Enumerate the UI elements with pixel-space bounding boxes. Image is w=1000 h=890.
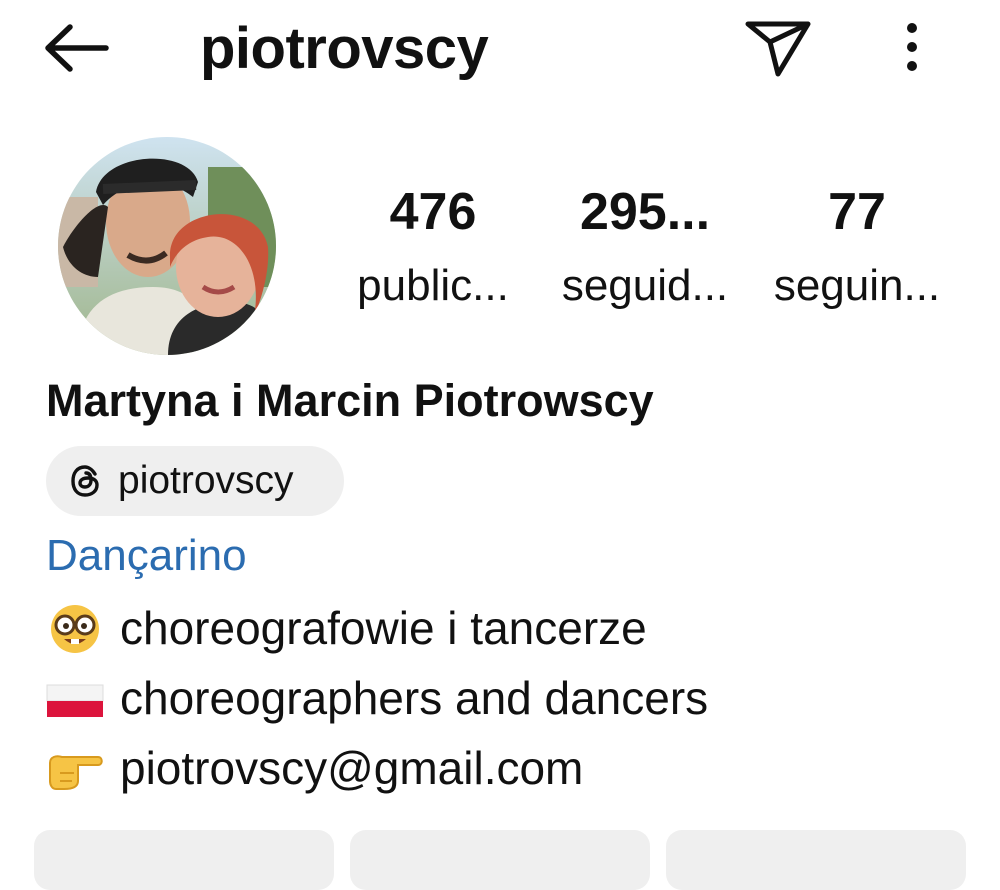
poland-flag-icon bbox=[46, 684, 104, 717]
profile-category: Dançarino bbox=[46, 531, 247, 580]
back-button[interactable] bbox=[40, 18, 120, 78]
followers-count[interactable]: 295... seguid... bbox=[545, 180, 745, 316]
followers-value: 295... bbox=[579, 183, 711, 241]
posts-count[interactable]: 476 public... bbox=[333, 180, 533, 316]
posts-value: 476 bbox=[389, 183, 477, 241]
action-button-2[interactable] bbox=[350, 830, 650, 890]
posts-label: public... bbox=[357, 261, 509, 310]
threads-link-chip[interactable]: piotrovscy bbox=[46, 446, 344, 516]
pointing-right-emoji-icon bbox=[49, 755, 103, 790]
page-title: piotrovscy bbox=[200, 16, 489, 81]
more-options-button[interactable] bbox=[888, 16, 936, 80]
paper-plane-icon bbox=[745, 21, 811, 77]
action-button-1[interactable] bbox=[34, 830, 334, 890]
bio-text: piotrovscy@gmail.com bbox=[120, 742, 584, 794]
followers-label: seguid... bbox=[561, 261, 729, 310]
arrow-left-icon bbox=[45, 24, 109, 72]
more-vertical-icon bbox=[907, 23, 917, 71]
avatar[interactable] bbox=[58, 137, 276, 355]
following-count[interactable]: 77 seguin... bbox=[757, 180, 957, 316]
following-label: seguin... bbox=[773, 261, 941, 310]
following-value: 77 bbox=[828, 183, 886, 241]
send-message-button[interactable] bbox=[742, 16, 814, 80]
threads-handle: piotrovscy bbox=[118, 459, 294, 502]
bio-text: choreografowie i tancerze bbox=[120, 602, 647, 654]
profile-photo bbox=[58, 137, 276, 355]
nerd-face-emoji-icon bbox=[51, 605, 99, 653]
bio-text: choreographers and dancers bbox=[120, 672, 709, 724]
display-name: Martyna i Marcin Piotrowscy bbox=[46, 375, 654, 426]
threads-icon bbox=[71, 465, 99, 497]
action-button-3[interactable] bbox=[666, 830, 966, 890]
